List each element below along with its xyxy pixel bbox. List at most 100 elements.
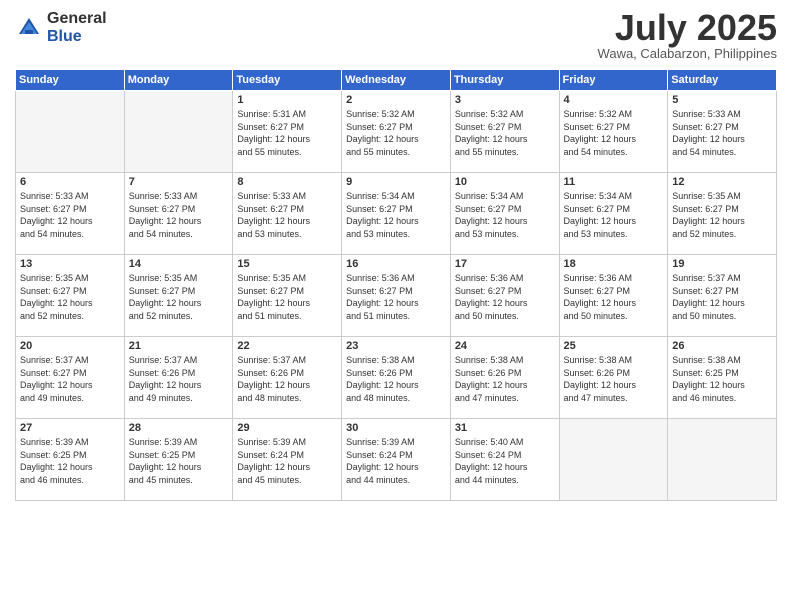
calendar-cell: 3Sunrise: 5:32 AM Sunset: 6:27 PM Daylig…	[450, 91, 559, 173]
day-info: Sunrise: 5:39 AM Sunset: 6:24 PM Dayligh…	[237, 436, 337, 486]
logo-general-text: General	[47, 10, 107, 28]
location: Wawa, Calabarzon, Philippines	[598, 46, 777, 61]
day-info: Sunrise: 5:37 AM Sunset: 6:27 PM Dayligh…	[672, 272, 772, 322]
col-sunday: Sunday	[16, 70, 125, 91]
month-title: July 2025	[598, 10, 777, 46]
calendar-cell: 31Sunrise: 5:40 AM Sunset: 6:24 PM Dayli…	[450, 419, 559, 501]
calendar-cell	[559, 419, 668, 501]
calendar-cell: 20Sunrise: 5:37 AM Sunset: 6:27 PM Dayli…	[16, 337, 125, 419]
day-number: 13	[20, 258, 120, 270]
day-info: Sunrise: 5:38 AM Sunset: 6:25 PM Dayligh…	[672, 354, 772, 404]
calendar-cell: 23 Sunrise: 5:38 AM Sunset: 6:26 PM Dayli…	[342, 337, 451, 419]
day-info: Sunrise: 5:33 AM Sunset: 6:27 PM Dayligh…	[129, 190, 229, 240]
calendar-cell: 12Sunrise: 5:35 AM Sunset: 6:27 PM Dayli…	[668, 173, 777, 255]
day-info: Sunrise: 5:32 AM Sunset: 6:27 PM Dayligh…	[346, 108, 446, 158]
calendar-cell: 9 Sunrise: 5:34 AM Sunset: 6:27 PM Daylig…	[342, 173, 451, 255]
day-info: Sunrise: 5:39 AM Sunset: 6:25 PM Dayligh…	[129, 436, 229, 486]
col-monday: Monday	[124, 70, 233, 91]
day-number: 7	[129, 176, 229, 188]
calendar-cell: 13 Sunrise: 5:35 AM Sunset: 6:27 PM Dayli…	[16, 255, 125, 337]
calendar-cell	[124, 91, 233, 173]
day-number: 4	[564, 94, 664, 106]
day-number: 18	[564, 258, 664, 270]
day-info: Sunrise: 5:31 AM Sunset: 6:27 PM Dayligh…	[237, 108, 337, 158]
day-info: Sunrise: 5:38 AM Sunset: 6:26 PM Dayligh…	[455, 354, 555, 404]
day-info: Sunrise: 5:36 AM Sunset: 6:27 PM Dayligh…	[455, 272, 555, 322]
calendar-cell: 21 Sunrise: 5:37 AM Sunset: 6:26 PM Dayli…	[124, 337, 233, 419]
day-number: 22	[237, 340, 337, 352]
day-number: 21	[129, 340, 229, 352]
calendar-cell: 14 Sunrise: 5:35 AM Sunset: 6:27 PM Dayli…	[124, 255, 233, 337]
day-number: 24	[455, 340, 555, 352]
col-saturday: Saturday	[668, 70, 777, 91]
calendar-cell: 6Sunrise: 5:33 AM Sunset: 6:27 PM Daylig…	[16, 173, 125, 255]
calendar-cell: 8 Sunrise: 5:33 AM Sunset: 6:27 PM Daylig…	[233, 173, 342, 255]
calendar: Sunday Monday Tuesday Wednesday Thursday…	[15, 69, 777, 501]
day-info: Sunrise: 5:39 AM Sunset: 6:25 PM Dayligh…	[20, 436, 120, 486]
day-number: 9	[346, 176, 446, 188]
day-number: 20	[20, 340, 120, 352]
day-number: 26	[672, 340, 772, 352]
day-info: Sunrise: 5:37 AM Sunset: 6:26 PM Dayligh…	[237, 354, 337, 404]
calendar-cell: 10Sunrise: 5:34 AM Sunset: 6:27 PM Dayli…	[450, 173, 559, 255]
day-number: 2	[346, 94, 446, 106]
calendar-cell: 19 Sunrise: 5:37 AM Sunset: 6:27 PM Dayli…	[668, 255, 777, 337]
calendar-cell: 4Sunrise: 5:32 AM Sunset: 6:27 PM Daylig…	[559, 91, 668, 173]
day-info: Sunrise: 5:34 AM Sunset: 6:27 PM Dayligh…	[455, 190, 555, 240]
day-number: 15	[237, 258, 337, 270]
calendar-week-4: 20Sunrise: 5:37 AM Sunset: 6:27 PM Dayli…	[16, 337, 777, 419]
logo-blue-text: Blue	[47, 28, 107, 46]
day-info: Sunrise: 5:39 AM Sunset: 6:24 PM Dayligh…	[346, 436, 446, 486]
calendar-week-2: 6 Sunrise: 5:33 AM Sunset: 6:27 PM Daylig…	[16, 173, 777, 255]
day-number: 25	[564, 340, 664, 352]
day-info: Sunrise: 5:35 AM Sunset: 6:27 PM Dayligh…	[672, 190, 772, 240]
day-number: 29	[237, 422, 337, 434]
title-block: July 2025 Wawa, Calabarzon, Philippines	[598, 10, 777, 61]
day-number: 6	[20, 176, 120, 188]
day-info: Sunrise: 5:35 AM Sunset: 6:27 PM Dayligh…	[129, 272, 229, 322]
calendar-cell	[16, 91, 125, 173]
day-number: 3	[455, 94, 555, 106]
day-number: 28	[129, 422, 229, 434]
day-number: 19	[672, 258, 772, 270]
day-info: Sunrise: 5:36 AM Sunset: 6:27 PM Dayligh…	[564, 272, 664, 322]
day-number: 8	[237, 176, 337, 188]
day-number: 16	[346, 258, 446, 270]
calendar-cell: 11 Sunrise: 5:34 AM Sunset: 6:27 PM Dayli…	[559, 173, 668, 255]
logo-text: General Blue	[47, 10, 107, 45]
col-thursday: Thursday	[450, 70, 559, 91]
logo-icon	[15, 14, 43, 42]
day-info: Sunrise: 5:35 AM Sunset: 6:27 PM Dayligh…	[20, 272, 120, 322]
day-info: Sunrise: 5:38 AM Sunset: 6:26 PM Dayligh…	[346, 354, 446, 404]
calendar-cell: 15 Sunrise: 5:35 AM Sunset: 6:27 PM Dayli…	[233, 255, 342, 337]
col-wednesday: Wednesday	[342, 70, 451, 91]
day-number: 23	[346, 340, 446, 352]
day-info: Sunrise: 5:35 AM Sunset: 6:27 PM Dayligh…	[237, 272, 337, 322]
day-number: 27	[20, 422, 120, 434]
day-number: 5	[672, 94, 772, 106]
calendar-cell	[668, 419, 777, 501]
day-info: Sunrise: 5:34 AM Sunset: 6:27 PM Dayligh…	[564, 190, 664, 240]
col-tuesday: Tuesday	[233, 70, 342, 91]
calendar-cell: 7 Sunrise: 5:33 AM Sunset: 6:27 PM Daylig…	[124, 173, 233, 255]
day-info: Sunrise: 5:37 AM Sunset: 6:26 PM Dayligh…	[129, 354, 229, 404]
calendar-cell: 22 Sunrise: 5:37 AM Sunset: 6:26 PM Dayli…	[233, 337, 342, 419]
calendar-cell: 27 Sunrise: 5:39 AM Sunset: 6:25 PM Dayli…	[16, 419, 125, 501]
calendar-cell: 30Sunrise: 5:39 AM Sunset: 6:24 PM Dayli…	[342, 419, 451, 501]
day-info: Sunrise: 5:36 AM Sunset: 6:27 PM Dayligh…	[346, 272, 446, 322]
day-number: 11	[564, 176, 664, 188]
col-friday: Friday	[559, 70, 668, 91]
calendar-cell: 16 Sunrise: 5:36 AM Sunset: 6:27 PM Dayli…	[342, 255, 451, 337]
day-number: 1	[237, 94, 337, 106]
logo: General Blue	[15, 10, 107, 45]
header-row: Sunday Monday Tuesday Wednesday Thursday…	[16, 70, 777, 91]
day-info: Sunrise: 5:38 AM Sunset: 6:26 PM Dayligh…	[564, 354, 664, 404]
day-info: Sunrise: 5:34 AM Sunset: 6:27 PM Dayligh…	[346, 190, 446, 240]
day-number: 31	[455, 422, 555, 434]
calendar-week-5: 27 Sunrise: 5:39 AM Sunset: 6:25 PM Dayli…	[16, 419, 777, 501]
calendar-cell: 29 Sunrise: 5:39 AM Sunset: 6:24 PM Dayli…	[233, 419, 342, 501]
day-number: 14	[129, 258, 229, 270]
day-info: Sunrise: 5:33 AM Sunset: 6:27 PM Dayligh…	[237, 190, 337, 240]
calendar-week-1: 1 Sunrise: 5:31 AM Sunset: 6:27 PM Daylig…	[16, 91, 777, 173]
day-number: 17	[455, 258, 555, 270]
